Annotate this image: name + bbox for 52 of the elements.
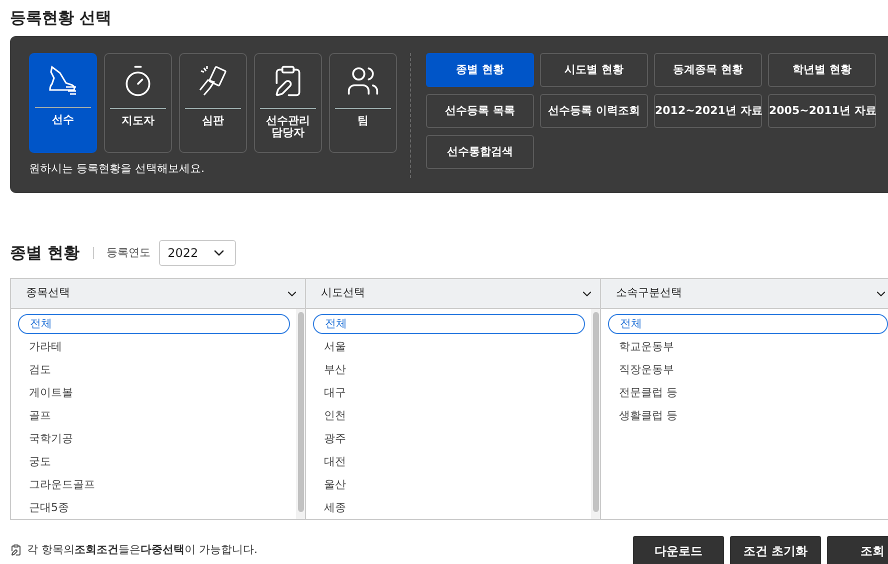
- report-button[interactable]: 종별 현황: [426, 53, 534, 87]
- year-label: 등록연도: [106, 244, 151, 261]
- scrollbar[interactable]: [296, 309, 305, 519]
- category-tab[interactable]: 선수: [29, 53, 97, 153]
- filter-option[interactable]: 전체: [313, 314, 585, 334]
- report-button[interactable]: 학년별 현황: [768, 53, 876, 87]
- filter-option[interactable]: 학교운동부: [608, 337, 888, 357]
- filter-option[interactable]: 생활클럽 등: [608, 406, 888, 426]
- hint-text: 원하시는 등록현황을 선택해보세요.: [29, 161, 206, 177]
- filter-header[interactable]: 소속구분선택: [601, 279, 888, 309]
- action-button[interactable]: 다운로드: [633, 536, 724, 564]
- filter-option[interactable]: 궁도: [18, 452, 290, 472]
- scrollbar[interactable]: [591, 309, 600, 519]
- filter-option[interactable]: 대구: [313, 383, 585, 403]
- filter-option[interactable]: 전문클럽 등: [608, 383, 888, 403]
- filter-option[interactable]: 골프: [18, 406, 290, 426]
- action-button[interactable]: 조회: [827, 536, 888, 564]
- filter-option[interactable]: 가라테: [18, 337, 290, 357]
- filter-option[interactable]: 서울: [313, 337, 585, 357]
- filter-option[interactable]: 검도: [18, 360, 290, 380]
- report-button[interactable]: 동계종목 현황: [654, 53, 762, 87]
- filter-option[interactable]: 광주: [313, 429, 585, 449]
- report-button[interactable]: 선수등록 목록: [426, 94, 534, 128]
- filter-option[interactable]: 그라운드골프: [18, 475, 290, 495]
- report-button[interactable]: 시도별 현황: [540, 53, 648, 87]
- category-tab[interactable]: 지도자: [104, 53, 172, 153]
- filter-option[interactable]: 부산: [313, 360, 585, 380]
- filter-header[interactable]: 종목선택: [11, 279, 305, 309]
- filter-header[interactable]: 시도선택: [306, 279, 600, 309]
- filter-option[interactable]: 직장운동부: [608, 360, 888, 380]
- note-text: 각 항목의조회조건들은다중선택이 가능합니다.: [27, 542, 258, 558]
- section-title: 종별 현황: [10, 242, 80, 264]
- category-tab[interactable]: 선수관리 담당자: [254, 53, 322, 153]
- report-button[interactable]: 2005~2011년 자료: [768, 94, 876, 128]
- filter-option[interactable]: 세종: [313, 498, 585, 518]
- report-button[interactable]: 2012~2021년 자료: [654, 94, 762, 128]
- category-tab[interactable]: 팀: [329, 53, 397, 153]
- filter-option[interactable]: 전체: [18, 314, 290, 334]
- filter-option[interactable]: 국학기공: [18, 429, 290, 449]
- year-select[interactable]: 2022: [158, 240, 236, 266]
- filter-option[interactable]: 게이트볼: [18, 383, 290, 403]
- action-button[interactable]: 조건 초기화: [730, 536, 821, 564]
- page-title: 등록현황 선택: [9, 7, 113, 29]
- filter-option[interactable]: 근대5종: [18, 498, 290, 518]
- category-tab[interactable]: 심판: [179, 53, 247, 153]
- filter-option[interactable]: 인천: [313, 406, 585, 426]
- note-icon: [10, 544, 22, 556]
- report-button[interactable]: 선수통합검색: [426, 135, 534, 169]
- filter-option[interactable]: 전체: [608, 314, 888, 334]
- filter-option[interactable]: 울산: [313, 475, 585, 495]
- filter-option[interactable]: 대전: [313, 452, 585, 472]
- report-button[interactable]: 선수등록 이력조회: [540, 94, 648, 128]
